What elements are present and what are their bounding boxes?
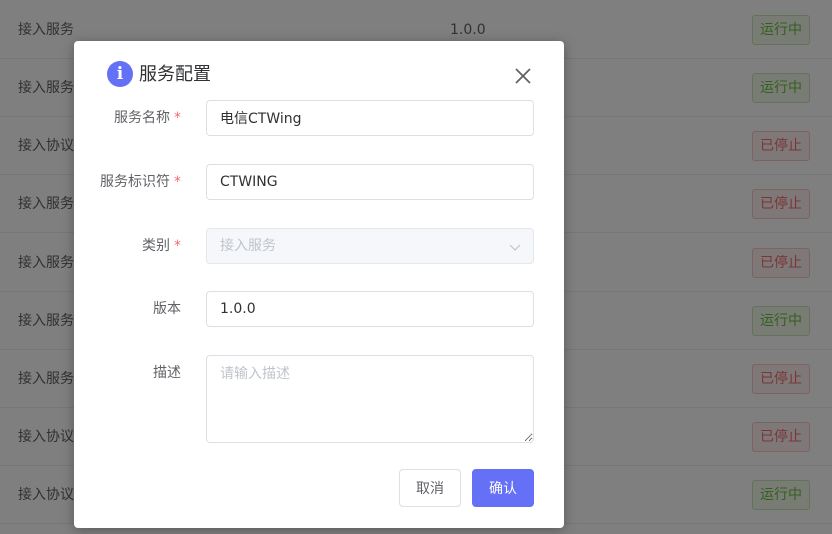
service-name-input[interactable] xyxy=(206,100,534,136)
required-mark: * xyxy=(174,238,181,254)
close-icon[interactable] xyxy=(512,65,534,87)
required-mark: * xyxy=(174,174,181,190)
cancel-button[interactable]: 取消 xyxy=(399,469,461,507)
version-label: 版本 xyxy=(153,301,181,317)
info-icon: i xyxy=(107,61,133,87)
service-config-dialog: i 服务配置 服务名称* 服务标识符* 类别* 接入服务 版本 描述 取消 确认 xyxy=(74,41,564,528)
category-select-value: 接入服务 xyxy=(220,238,276,254)
service-name-label: 服务名称 * xyxy=(114,110,181,126)
description-textarea[interactable] xyxy=(206,355,534,443)
description-label: 描述 xyxy=(153,365,181,381)
service-id-input[interactable] xyxy=(206,164,534,200)
version-input[interactable] xyxy=(206,291,534,327)
category-select[interactable]: 接入服务 xyxy=(206,228,534,264)
confirm-button[interactable]: 确认 xyxy=(472,469,534,507)
category-label: 类别 * xyxy=(142,238,181,254)
dialog-title: 服务配置 xyxy=(139,64,211,85)
required-mark: * xyxy=(174,110,181,126)
service-id-label: 服务标识符 * xyxy=(100,174,181,190)
chevron-down-icon xyxy=(509,244,521,251)
dialog-header: i 服务配置 xyxy=(74,41,564,101)
